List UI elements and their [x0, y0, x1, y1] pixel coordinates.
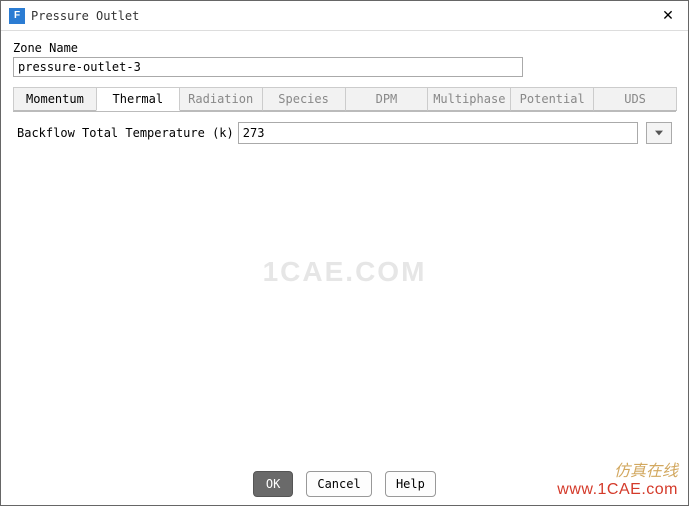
app-icon: F	[9, 8, 25, 24]
tab-momentum[interactable]: Momentum	[13, 87, 97, 111]
backflow-temp-input[interactable]	[238, 122, 638, 144]
backflow-temp-row: Backflow Total Temperature (k)	[17, 122, 672, 144]
dialog-footer: OK Cancel Help	[1, 471, 688, 497]
tab-radiation[interactable]: Radiation	[179, 87, 263, 111]
backflow-temp-label: Backflow Total Temperature (k)	[17, 126, 234, 140]
tab-thermal[interactable]: Thermal	[96, 87, 180, 111]
zone-name-input[interactable]	[13, 57, 523, 77]
cancel-button[interactable]: Cancel	[306, 471, 371, 497]
help-button[interactable]: Help	[385, 471, 436, 497]
ok-button[interactable]: OK	[253, 471, 293, 497]
tab-bar: Momentum Thermal Radiation Species DPM M…	[13, 87, 676, 112]
tab-dpm[interactable]: DPM	[345, 87, 429, 111]
dialog-content: Zone Name Momentum Thermal Radiation Spe…	[1, 31, 688, 463]
tab-potential[interactable]: Potential	[510, 87, 594, 111]
zone-name-label: Zone Name	[13, 41, 676, 55]
tab-species[interactable]: Species	[262, 87, 346, 111]
titlebar: F Pressure Outlet ✕	[1, 1, 688, 31]
close-button[interactable]: ✕	[648, 1, 688, 31]
tab-uds[interactable]: UDS	[593, 87, 677, 111]
tab-multiphase[interactable]: Multiphase	[427, 87, 511, 111]
chevron-down-icon	[655, 130, 663, 136]
backflow-temp-dropdown[interactable]	[646, 122, 672, 144]
watermark-center: 1CAE.COM	[263, 256, 427, 288]
tab-panel-thermal: Backflow Total Temperature (k) 1CAE.COM	[13, 112, 676, 457]
window-title: Pressure Outlet	[31, 9, 648, 23]
